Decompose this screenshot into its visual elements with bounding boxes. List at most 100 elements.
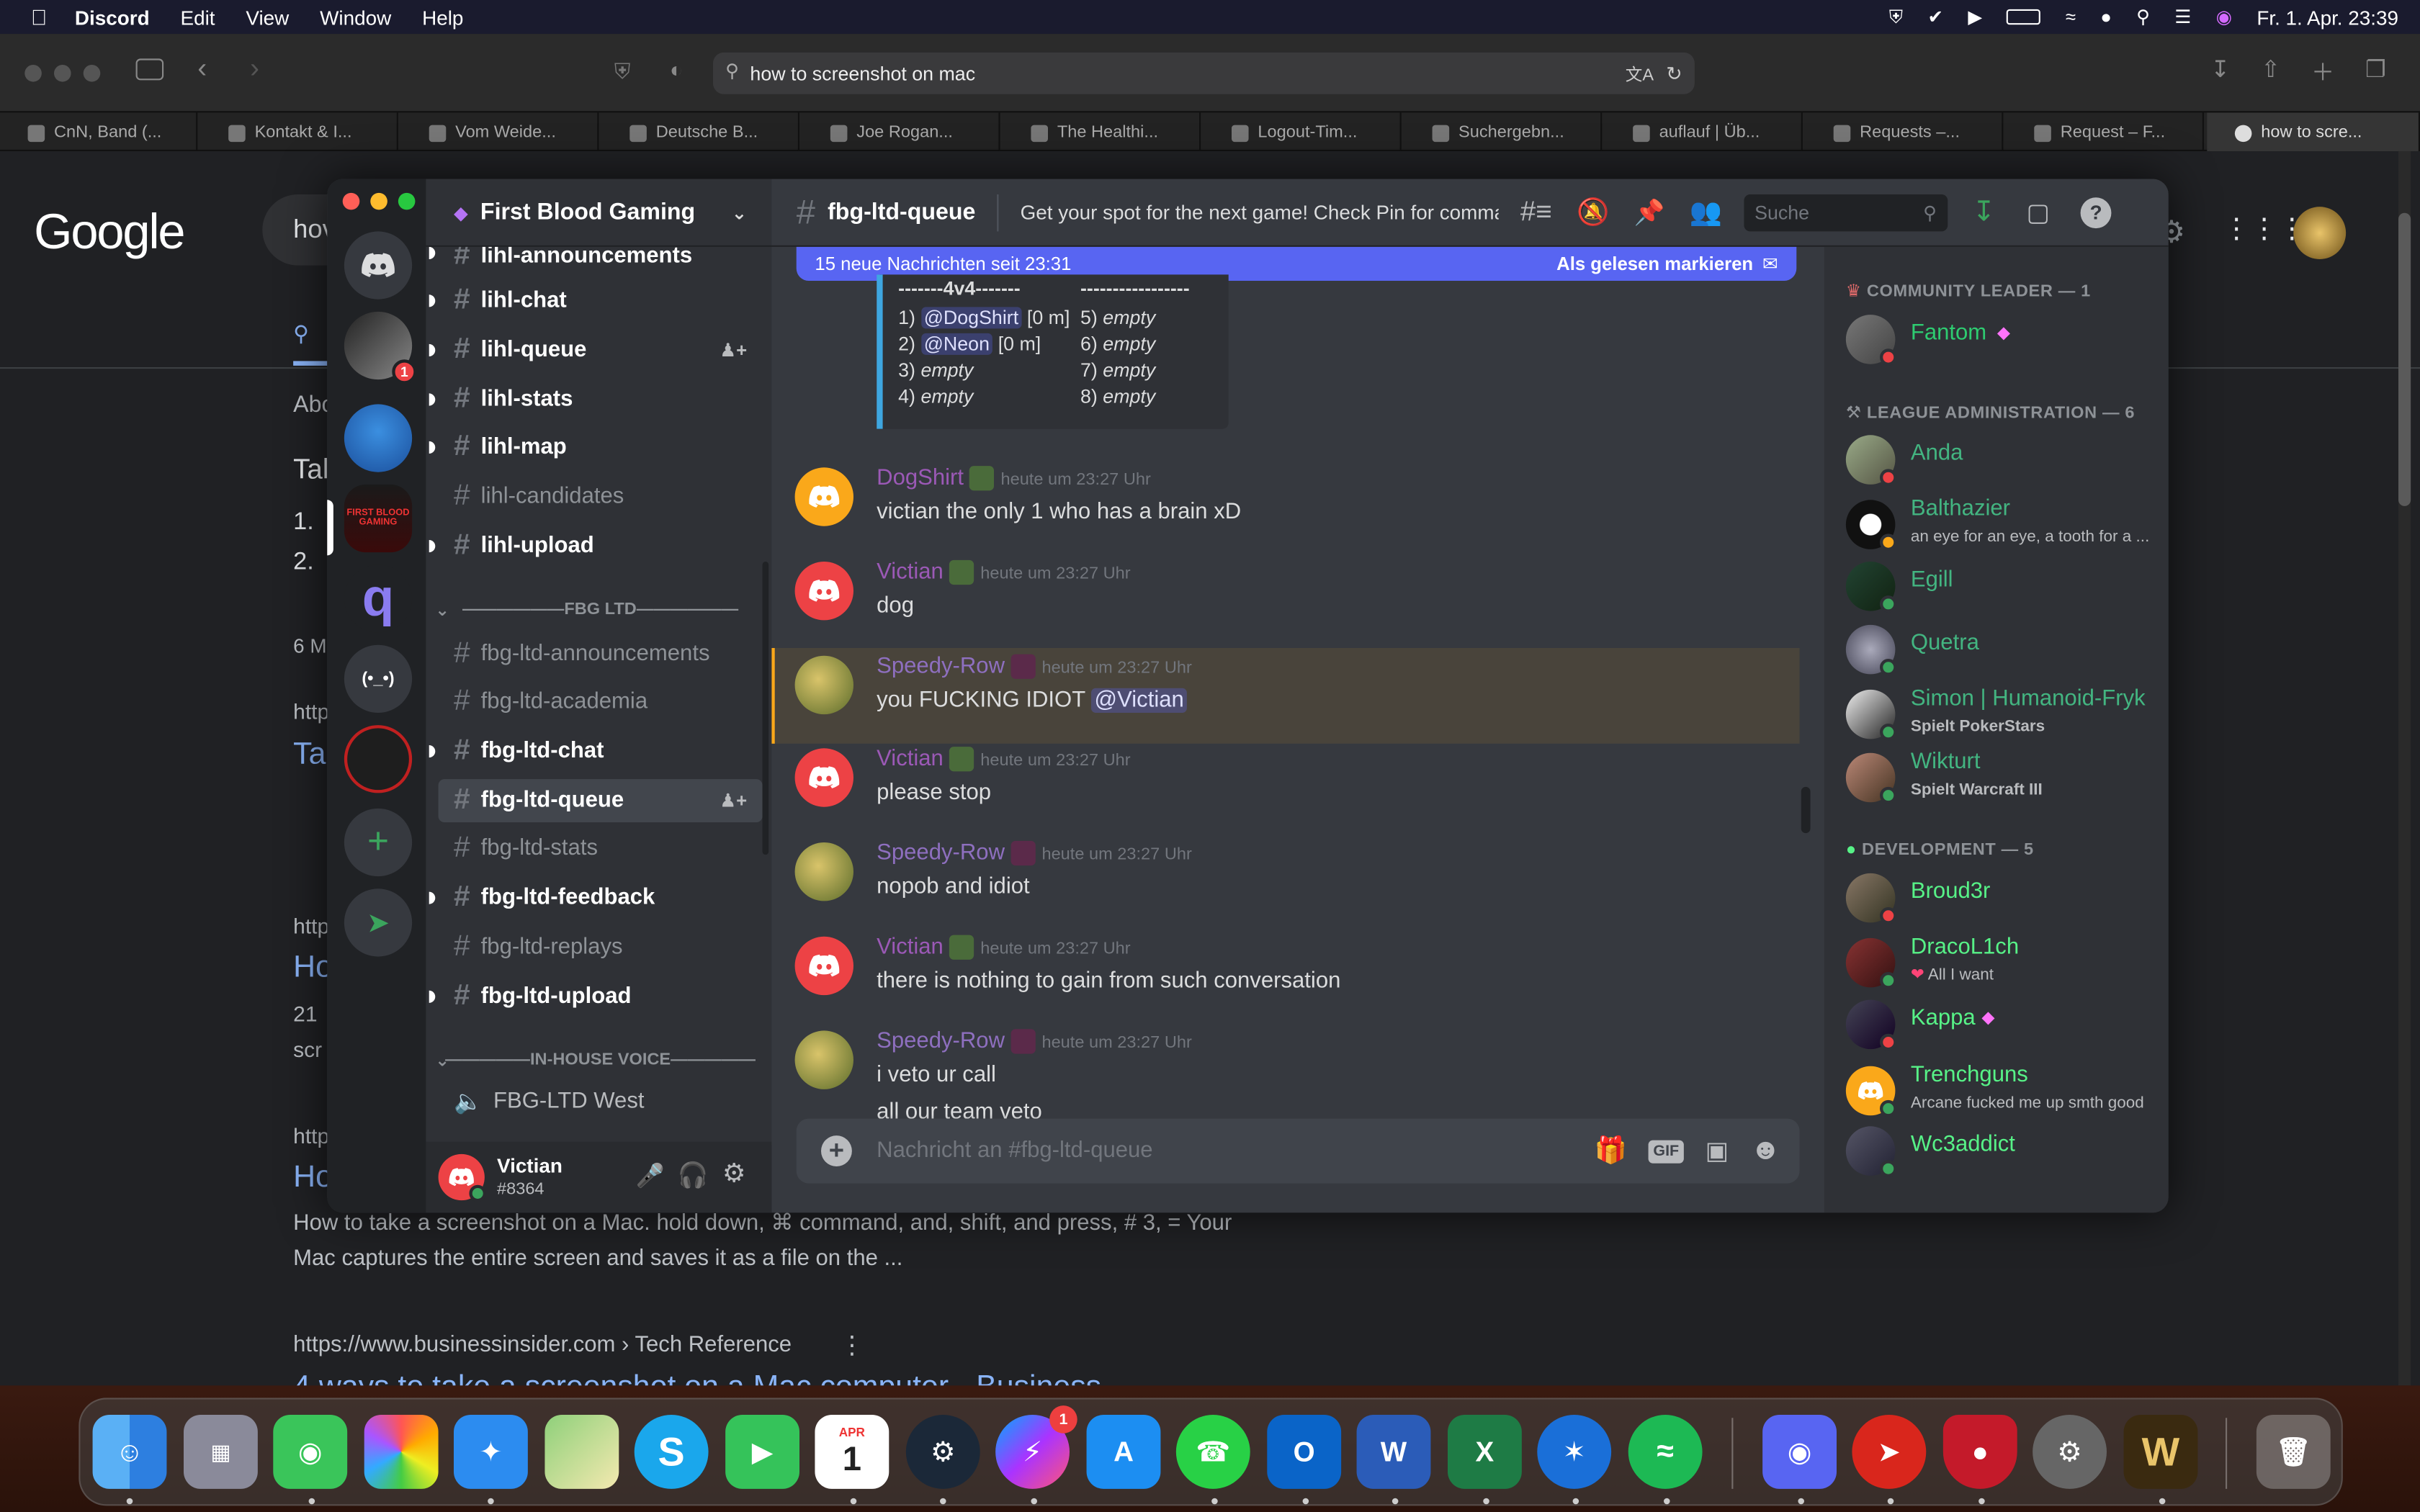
user-avatar[interactable]: [438, 1153, 486, 1202]
address-bar[interactable]: ⚲ how to screenshot on mac 文A ↻: [712, 52, 1695, 94]
member-item[interactable]: Fantom ◆: [1845, 309, 2155, 371]
wifi-icon[interactable]: ≈: [2066, 6, 2076, 28]
minimize-window-icon[interactable]: [370, 192, 387, 210]
settings-gear-icon[interactable]: ⚙: [722, 1158, 746, 1189]
safari-icon[interactable]: ✦: [454, 1414, 528, 1489]
launchpad-icon[interactable]: ▦: [183, 1414, 258, 1489]
spotify-icon[interactable]: ≈: [1628, 1414, 1703, 1489]
tab[interactable]: Logout-Tim...: [1204, 112, 1402, 153]
mention[interactable]: @Victian: [1091, 688, 1188, 713]
messages-icon[interactable]: ◉: [273, 1414, 348, 1489]
mention[interactable]: @DogShirt: [920, 307, 1022, 329]
username[interactable]: Speedy-Row: [877, 1029, 1005, 1053]
member-item[interactable]: Balthazier an eye for an eye, a tooth fo…: [1845, 494, 2155, 556]
username[interactable]: Speedy-Row: [877, 654, 1005, 679]
tab[interactable]: Request – F...: [2007, 112, 2204, 153]
siri-icon[interactable]: ◉: [2216, 6, 2232, 28]
server-icon-q[interactable]: q: [344, 564, 413, 633]
member-item[interactable]: Anda: [1845, 429, 2155, 491]
check-icon[interactable]: ✔: [1927, 6, 1943, 28]
excel-icon[interactable]: X: [1447, 1414, 1522, 1489]
member-item[interactable]: Kappa ◆: [1845, 994, 2155, 1056]
tab[interactable]: auflauf | Üb...: [1605, 112, 1803, 153]
tab[interactable]: Suchergebn...: [1404, 112, 1603, 153]
channel-lihl-map[interactable]: # lihl-map: [439, 426, 763, 469]
server-icon-face[interactable]: (•_•): [344, 644, 413, 713]
trash-icon[interactable]: 🗑: [2256, 1414, 2331, 1489]
channel-fbg-ltd-stats[interactable]: # fbg-ltd-stats: [439, 827, 763, 870]
message[interactable]: Victian heute um 23:27 Uhr dog: [771, 557, 1796, 650]
mute-bell-icon[interactable]: 🔕: [1577, 197, 1609, 228]
add-server-button[interactable]: +: [344, 808, 413, 877]
tab[interactable]: Requests –...: [1806, 112, 2004, 153]
message-input-placeholder[interactable]: Nachricht an #fbg-ltd-queue: [877, 1138, 1152, 1163]
tab[interactable]: Deutsche B...: [602, 112, 799, 153]
window-controls[interactable]: [24, 65, 101, 82]
translate-icon[interactable]: 文A: [1626, 61, 1654, 86]
finder-icon[interactable]: ☺: [92, 1414, 167, 1489]
discord-dock-icon[interactable]: ◉: [1762, 1414, 1837, 1489]
apple-icon[interactable]: : [31, 4, 48, 29]
control-center-icon[interactable]: ☰: [2174, 6, 2191, 28]
member-item[interactable]: DracoL1ch ❤ All I want: [1845, 932, 2155, 994]
spotlight-icon[interactable]: ⚲: [2136, 6, 2150, 28]
member-list-icon[interactable]: 👥: [1690, 197, 1722, 228]
user-icon[interactable]: ●: [2100, 6, 2112, 28]
channel-lihl-stats[interactable]: # lihl-stats: [439, 378, 763, 421]
zoom-window-icon[interactable]: [398, 192, 416, 210]
channel-topic[interactable]: Get your spot for the next game! Check P…: [1021, 201, 1499, 224]
category-voice[interactable]: ⌄ —————IN-HOUSE VOICE—————: [435, 1050, 763, 1071]
vpn-icon[interactable]: ●: [1942, 1414, 2017, 1489]
menu-window[interactable]: Window: [320, 6, 391, 29]
search-input[interactable]: Suche ⚲: [1744, 193, 1948, 231]
gif-icon[interactable]: GIF: [1649, 1139, 1684, 1163]
help-icon[interactable]: ?: [2080, 197, 2112, 228]
privacy-icon[interactable]: ⛨: [614, 58, 631, 84]
menu-help[interactable]: Help: [422, 6, 463, 29]
whatsapp-icon[interactable]: ☎: [1175, 1414, 1250, 1489]
message-composer[interactable]: + Nachricht an #fbg-ltd-queue 🎁 GIF ▣ ☻: [796, 1118, 1800, 1184]
search-tab-icon[interactable]: ⚲: [293, 321, 309, 347]
play-icon[interactable]: ▶: [1968, 6, 1982, 28]
shield-half-icon[interactable]: ◐: [670, 57, 683, 81]
sticker-icon[interactable]: ▣: [1706, 1135, 1729, 1166]
download-icon[interactable]: ↧: [2210, 55, 2230, 88]
avatar[interactable]: [794, 842, 853, 901]
tab-active[interactable]: how to scre...: [2207, 112, 2420, 153]
pin-icon[interactable]: 📌: [1634, 197, 1665, 228]
microphone-icon[interactable]: 🎤: [636, 1162, 665, 1189]
new-tab-icon[interactable]: ＋: [2311, 55, 2334, 88]
message[interactable]: DogShirt heute um 23:27 Uhr victian the o…: [771, 463, 1796, 556]
maps-icon[interactable]: [544, 1414, 619, 1489]
menu-view[interactable]: View: [246, 6, 289, 29]
server-icon-first-blood-gaming[interactable]: FIRST BLOOD GAMING: [344, 484, 413, 553]
more-options-icon[interactable]: ⋮: [840, 1330, 864, 1361]
channel-lihl-candidates[interactable]: # lihl-candidates: [439, 475, 763, 518]
server-icon-cookie-monster[interactable]: [344, 404, 413, 472]
menu-edit[interactable]: Edit: [181, 6, 215, 29]
member-item[interactable]: Egill: [1845, 555, 2155, 617]
tab[interactable]: The Healthi...: [1003, 112, 1201, 153]
shield-icon[interactable]: ⛨: [1889, 6, 1903, 29]
username[interactable]: Speedy-Row: [877, 841, 1005, 865]
channel-fbg-ltd-announcements[interactable]: # fbg-ltd-announcements: [439, 633, 763, 676]
back-icon[interactable]: ‹: [197, 53, 207, 85]
message[interactable]: Speedy-Row heute um 23:27 Uhr nopob and i…: [771, 838, 1796, 931]
clock[interactable]: Fr. 1. Apr. 23:39: [2257, 6, 2398, 29]
forward-icon[interactable]: ›: [250, 53, 259, 85]
photos-icon[interactable]: [364, 1414, 439, 1489]
channel-lihl-chat[interactable]: # lihl-chat: [439, 279, 763, 323]
emoji-icon[interactable]: ☻: [1750, 1134, 1781, 1168]
tab[interactable]: CnN, Band (...: [0, 112, 198, 153]
voice-channel-fbg-ltd-west[interactable]: 🔈 FBG-LTD West: [439, 1080, 763, 1123]
tab[interactable]: Kontakt & I...: [201, 112, 398, 153]
tabs-overview-icon[interactable]: ❐: [2365, 55, 2386, 88]
message[interactable]: Victian heute um 23:27 Uhr please stop: [771, 744, 1796, 837]
channel-lihl-queue[interactable]: # lihl-queue ♟+: [439, 328, 763, 372]
mark-read-button[interactable]: Als gelesen markieren: [1556, 253, 1753, 274]
server-icon-avatar[interactable]: 1: [344, 311, 417, 384]
threads-icon[interactable]: #≡: [1520, 196, 1552, 228]
reload-icon[interactable]: ↻: [1666, 62, 1682, 85]
traffic-lights[interactable]: [342, 192, 416, 210]
mention[interactable]: @Neon: [920, 333, 993, 355]
